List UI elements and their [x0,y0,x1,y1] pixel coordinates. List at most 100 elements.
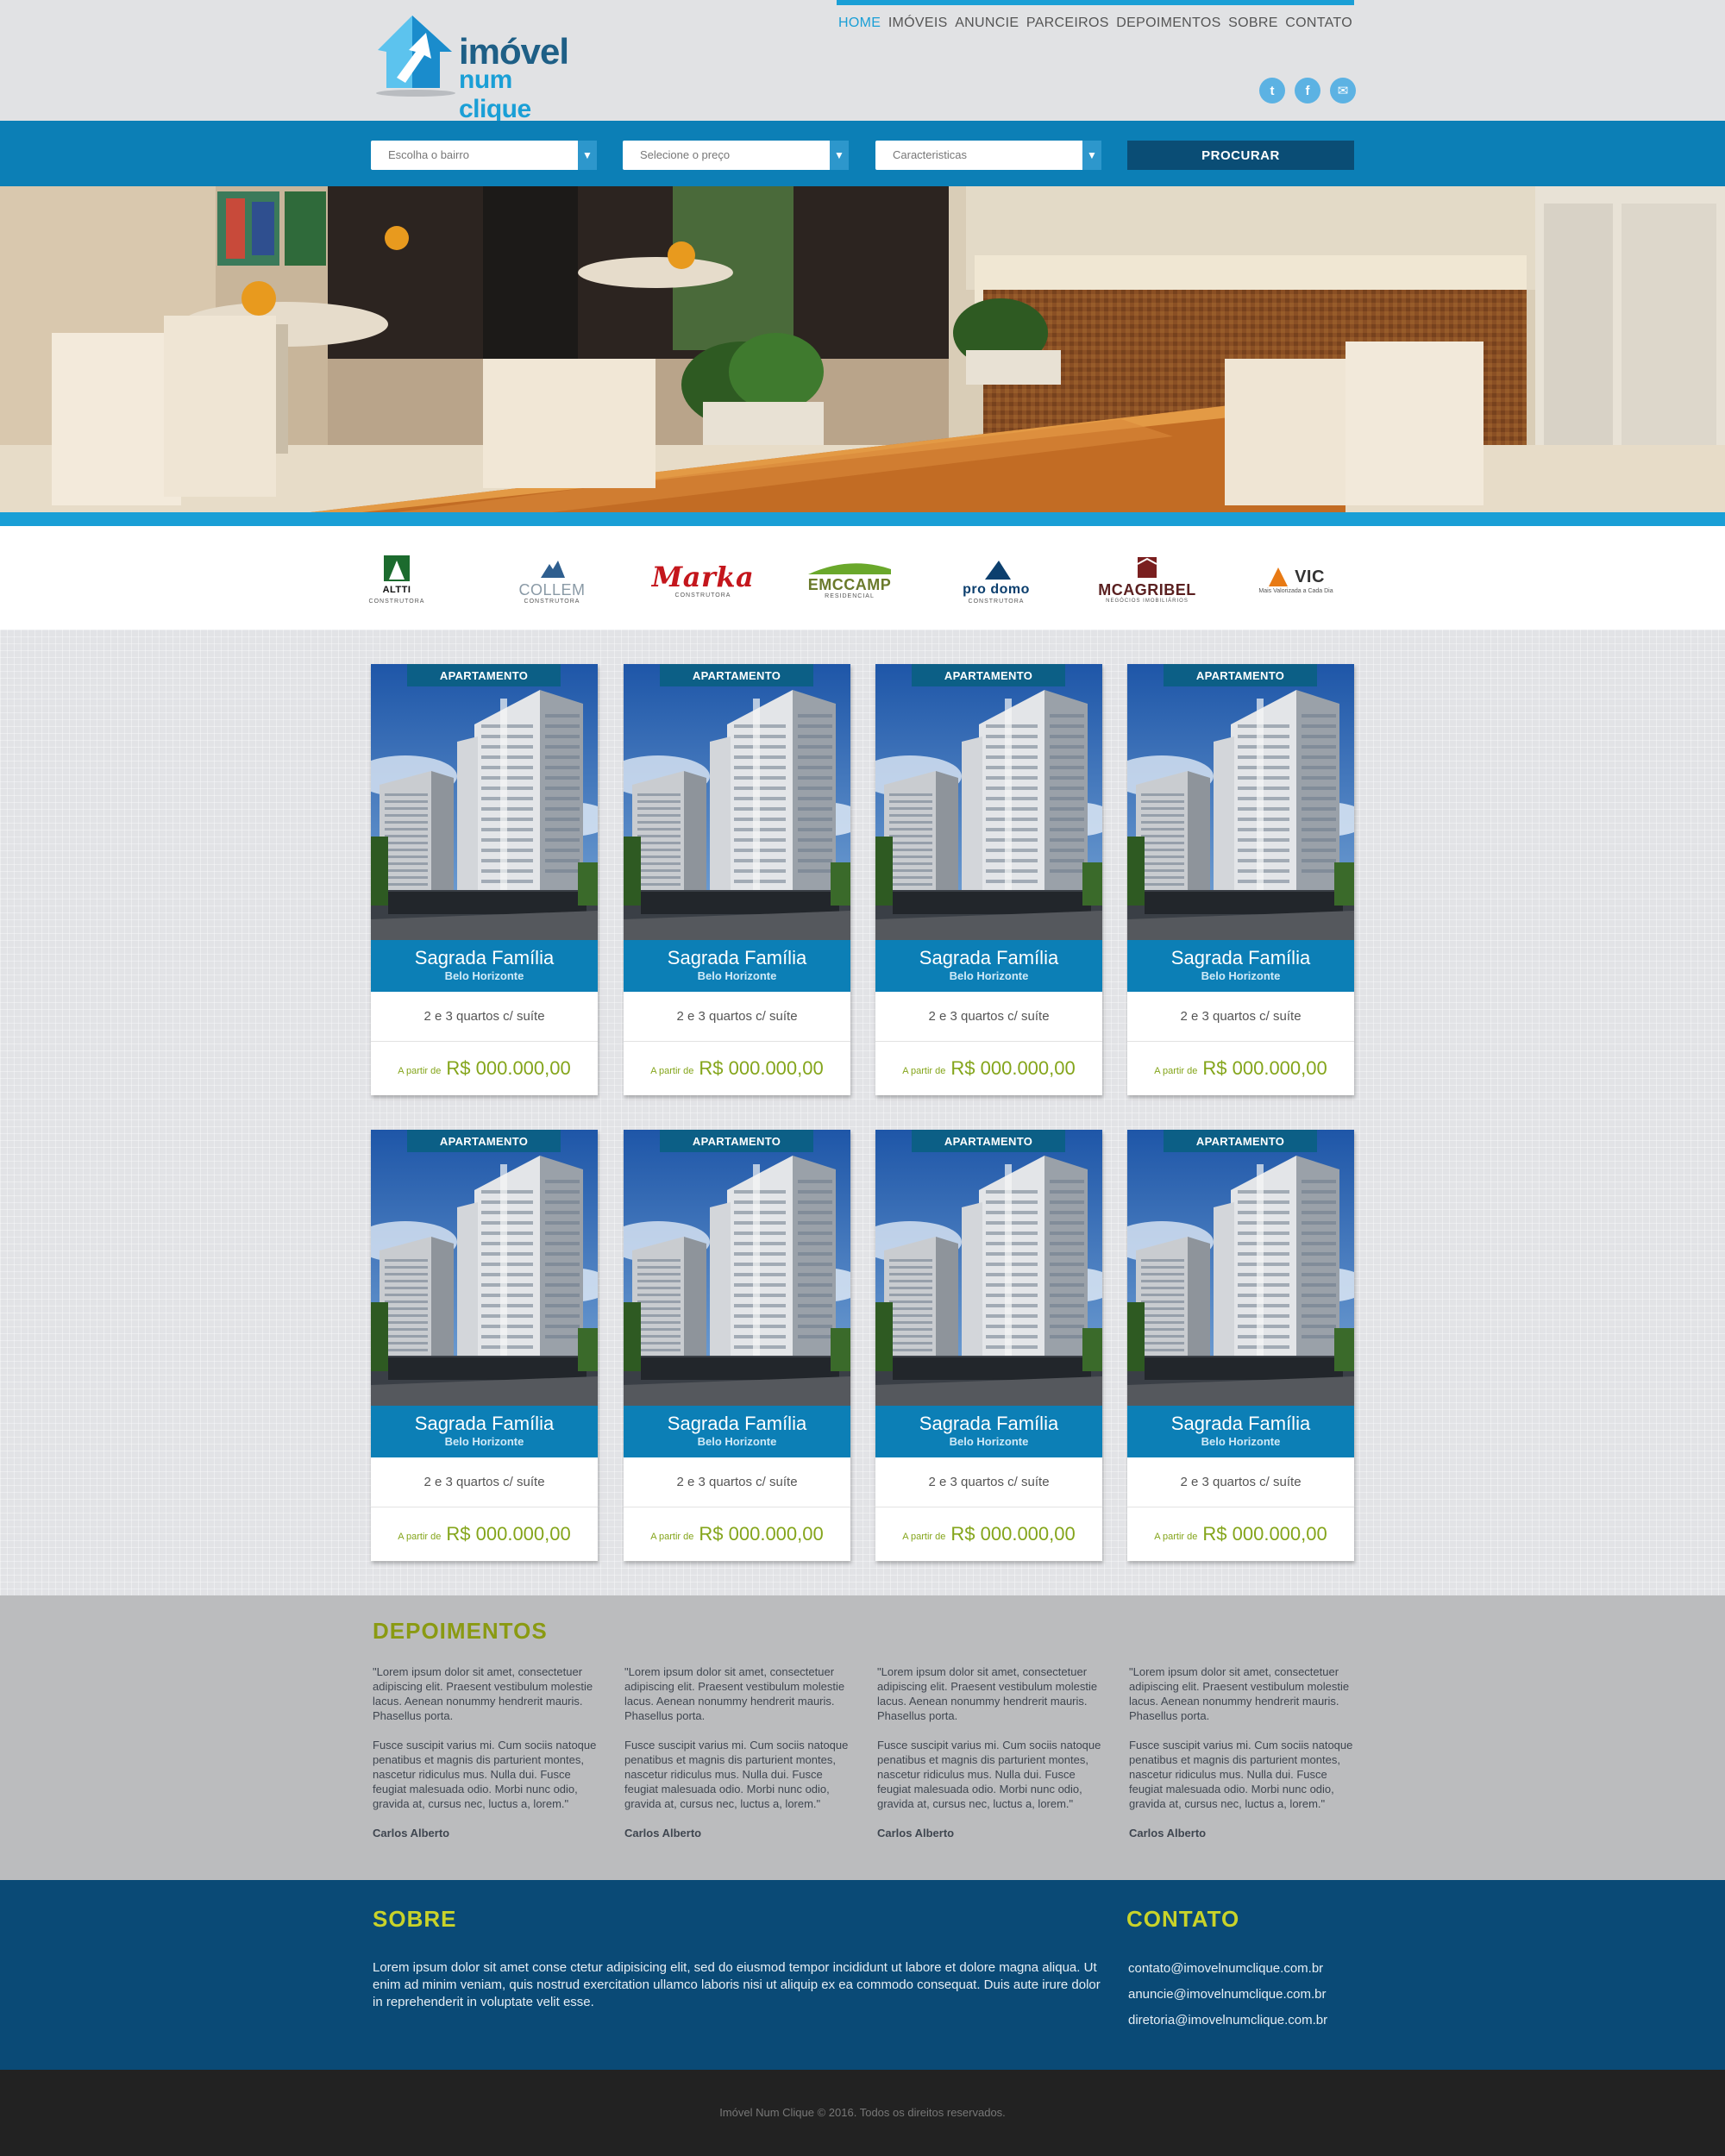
listing-image[interactable] [624,664,850,940]
listing-name: Sagrada Família [414,1413,555,1434]
listing-image[interactable] [875,1130,1102,1406]
partner-name: EMCCAMP [807,575,892,593]
partner-logo-collem[interactable]: COLLEM CONSTRUTORA [509,552,595,607]
listing-city: Belo Horizonte [1201,1435,1281,1448]
listing-type-badge: APARTAMENTO [912,664,1065,686]
hero-kitchen-illustration [0,186,1725,512]
listing-name: Sagrada Família [667,947,807,968]
advertise-email-link[interactable]: anuncie@imovelnumclique.com.br [1128,1987,1327,2002]
listing-price: A partir de R$ 000.000,00 [371,1042,598,1095]
about-title: SOBRE [373,1906,457,1932]
nav-home[interactable]: HOME [838,5,881,34]
testimonial-text: "Lorem ipsum dolor sit amet, consectetue… [624,1665,845,1722]
price-value: R$ 000.000,00 [699,1523,824,1545]
listing-name: Sagrada Família [414,947,555,968]
listing-card[interactable]: APARTAMENTO Sagrada Família Belo Horizonte… [875,664,1102,1095]
listing-name: Sagrada Família [1170,1413,1311,1434]
listing-image[interactable] [1127,664,1354,940]
bairro-select-value: Escolha o bairro [388,148,469,161]
listing-card[interactable]: APARTAMENTO Sagrada Família Belo Horizonte… [624,1130,850,1561]
listing-card[interactable]: APARTAMENTO Sagrada Família Belo Horizonte… [1127,664,1354,1095]
listing-price: A partir de R$ 000.000,00 [624,1042,850,1095]
building-photo [624,1130,850,1406]
listing-city: Belo Horizonte [1201,969,1281,982]
testimonial: "Lorem ipsum dolor sit amet, consectetue… [877,1664,1103,1855]
listing-image[interactable] [1127,1130,1354,1406]
listing-city: Belo Horizonte [949,1435,1029,1448]
listing-card[interactable]: APARTAMENTO Sagrada Família Belo Horizonte… [371,1130,598,1561]
nav-imoveis[interactable]: IMÓVEIS [888,5,948,34]
facebook-icon[interactable]: f [1295,78,1320,103]
price-value: R$ 000.000,00 [446,1057,571,1079]
price-value: R$ 000.000,00 [950,1057,1076,1079]
nav-anuncie[interactable]: ANUNCIE [955,5,1019,34]
preco-select[interactable]: Selecione o preço ▼ [623,141,849,170]
listing-title-block: Sagrada Família Belo Horizonte [1127,940,1354,992]
listing-image[interactable] [875,664,1102,940]
testimonial-text: "Lorem ipsum dolor sit amet, consectetue… [373,1665,593,1722]
testimonial-author: Carlos Alberto [624,1827,702,1839]
partner-subtitle: Mais Valorizada a Cada Dia [1258,587,1333,594]
caracteristicas-select[interactable]: Caracteristicas ▼ [875,141,1101,170]
contact-email-link[interactable]: contato@imovelnumclique.com.br [1128,1961,1323,1976]
price-label: A partir de [650,1066,694,1076]
logo[interactable]: imóvel num clique [371,12,578,123]
price-value: R$ 000.000,00 [950,1523,1076,1545]
testimonial-text: Fusce suscipit varius mi. Cum sociis nat… [624,1739,849,1810]
about-text: Lorem ipsum dolor sit amet conse ctetur … [373,1960,1101,2009]
price-label: A partir de [1154,1532,1198,1542]
listing-price: A partir de R$ 000.000,00 [1127,1042,1354,1095]
testimonial-text: "Lorem ipsum dolor sit amet, consectetue… [877,1665,1098,1722]
email-icon[interactable]: ✉ [1330,78,1356,103]
price-label: A partir de [902,1066,946,1076]
contact-title: CONTATO [1126,1906,1240,1932]
listing-name: Sagrada Família [667,1413,807,1434]
partner-subtitle: RESIDENCIAL [825,592,875,599]
price-label: A partir de [1154,1066,1198,1076]
partner-logo-mcagribel[interactable]: MCAGRIBEL NEGÓCIOS IMOBILIÁRIOS [1095,552,1199,607]
partner-logo-emccamp[interactable]: EMCCAMP RESIDENCIAL [802,552,897,607]
twitter-icon[interactable]: t [1259,78,1285,103]
board-email-link[interactable]: diretoria@imovelnumclique.com.br [1128,2013,1327,2028]
listing-title-block: Sagrada Família Belo Horizonte [1127,1406,1354,1457]
listing-card[interactable]: APARTAMENTO Sagrada Família Belo Horizonte… [1127,1130,1354,1561]
nav-depoimentos[interactable]: DEPOIMENTOS [1116,5,1220,34]
price-label: A partir de [398,1066,442,1076]
social-links: t f ✉ [1259,78,1356,103]
building-photo [371,1130,598,1406]
listing-image[interactable] [371,1130,598,1406]
listing-type-badge: APARTAMENTO [407,664,561,686]
partner-name: MCAGRIBEL [1098,581,1196,599]
listing-card[interactable]: APARTAMENTO Sagrada Família Belo Horizonte… [624,664,850,1095]
bairro-select[interactable]: Escolha o bairro ▼ [371,141,597,170]
listing-card[interactable]: APARTAMENTO Sagrada Família Belo Horizonte… [371,664,598,1095]
partner-logo-prodomo[interactable]: pro domo CONSTRUTORA [962,552,1031,607]
partner-logo-vic[interactable]: VIC Mais Valorizada a Cada Dia [1242,552,1350,607]
partner-logo-altti[interactable]: ALTTI CONSTRUTORA [369,552,423,607]
listing-name: Sagrada Família [919,947,1059,968]
listing-price: A partir de R$ 000.000,00 [1127,1507,1354,1561]
vic-mark-icon [1269,567,1289,586]
collem-mark-icon [541,560,565,578]
listing-rooms: 2 e 3 quartos c/ suíte [1127,992,1354,1042]
house-arrow-icon [376,16,455,97]
listing-image[interactable] [371,664,598,940]
listing-card[interactable]: APARTAMENTO Sagrada Família Belo Horizonte… [875,1130,1102,1561]
mcagribel-cube-icon [1137,557,1157,578]
listing-city: Belo Horizonte [697,1435,777,1448]
listings-section: APARTAMENTO Sagrada Família Belo Horizonte… [0,630,1725,1595]
search-button[interactable]: PROCURAR [1127,141,1354,170]
partner-subtitle: NEGÓCIOS IMOBILIÁRIOS [1106,599,1189,604]
partner-logo-marka[interactable]: Marka CONSTRUTORA [652,552,754,607]
nav-contato[interactable]: CONTATO [1285,5,1352,34]
listing-image[interactable] [624,1130,850,1406]
listing-title-block: Sagrada Família Belo Horizonte [624,1406,850,1457]
preco-select-value: Selecione o preço [640,148,731,161]
nav-sobre[interactable]: SOBRE [1228,5,1278,34]
listing-rooms: 2 e 3 quartos c/ suíte [371,1457,598,1507]
listing-type-badge: APARTAMENTO [660,1130,813,1152]
search-bar: Escolha o bairro ▼ Selecione o preço ▼ C… [0,121,1725,186]
header: imóvel num clique HOME IMÓVEIS ANUNCIE P… [0,0,1725,123]
vic-logo-row: VIC [1267,566,1325,588]
nav-parceiros[interactable]: PARCEIROS [1026,5,1109,34]
